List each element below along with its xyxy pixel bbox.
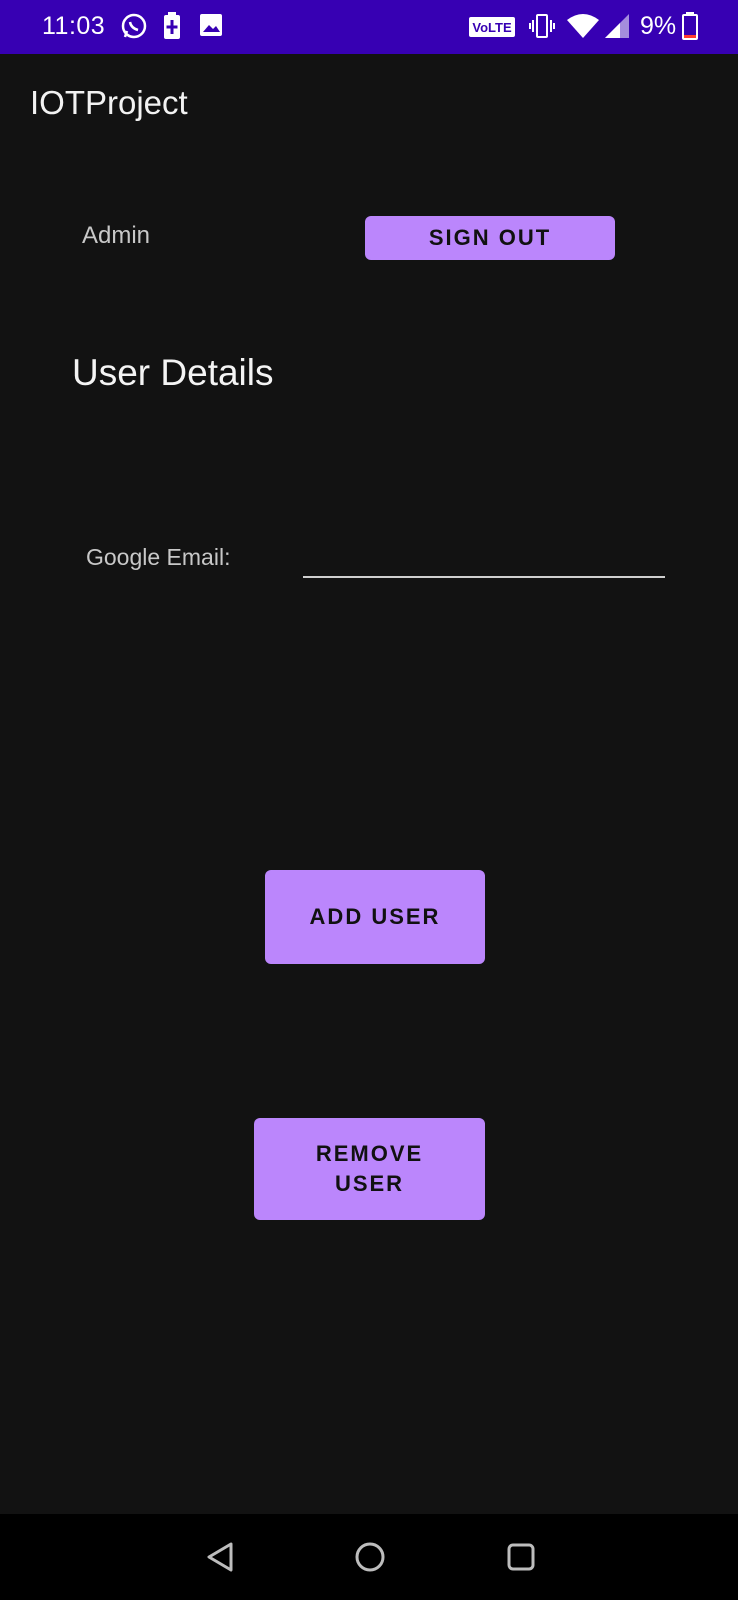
nav-bar <box>0 1514 738 1600</box>
admin-label: Admin <box>82 222 151 249</box>
image-icon <box>199 12 223 43</box>
home-icon[interactable] <box>354 1541 386 1578</box>
volte-icon: VoLTE <box>468 16 516 43</box>
battery-icon <box>682 12 698 45</box>
sign-out-button[interactable]: SIGN OUT <box>365 216 615 260</box>
status-time: 11:03 <box>42 12 106 40</box>
email-input[interactable] <box>303 526 665 578</box>
vibrate-icon <box>528 12 556 45</box>
battery-percent: 9% <box>640 12 677 40</box>
status-bar: 11:03 VoLTE 9% <box>0 0 738 54</box>
app-title: IOTProject <box>30 84 188 121</box>
whatsapp-icon <box>120 12 148 45</box>
add-user-button[interactable]: ADD USER <box>265 870 485 964</box>
battery-saver-icon <box>163 12 181 45</box>
signal-icon <box>604 12 630 45</box>
email-label: Google Email: <box>86 544 231 570</box>
remove-user-button[interactable]: REMOVE USER <box>254 1118 485 1220</box>
section-title: User Details <box>72 352 274 393</box>
volte-text: VoLTE <box>472 20 512 35</box>
wifi-icon <box>566 12 600 45</box>
recents-icon[interactable] <box>506 1541 536 1578</box>
back-icon[interactable] <box>205 1541 235 1578</box>
